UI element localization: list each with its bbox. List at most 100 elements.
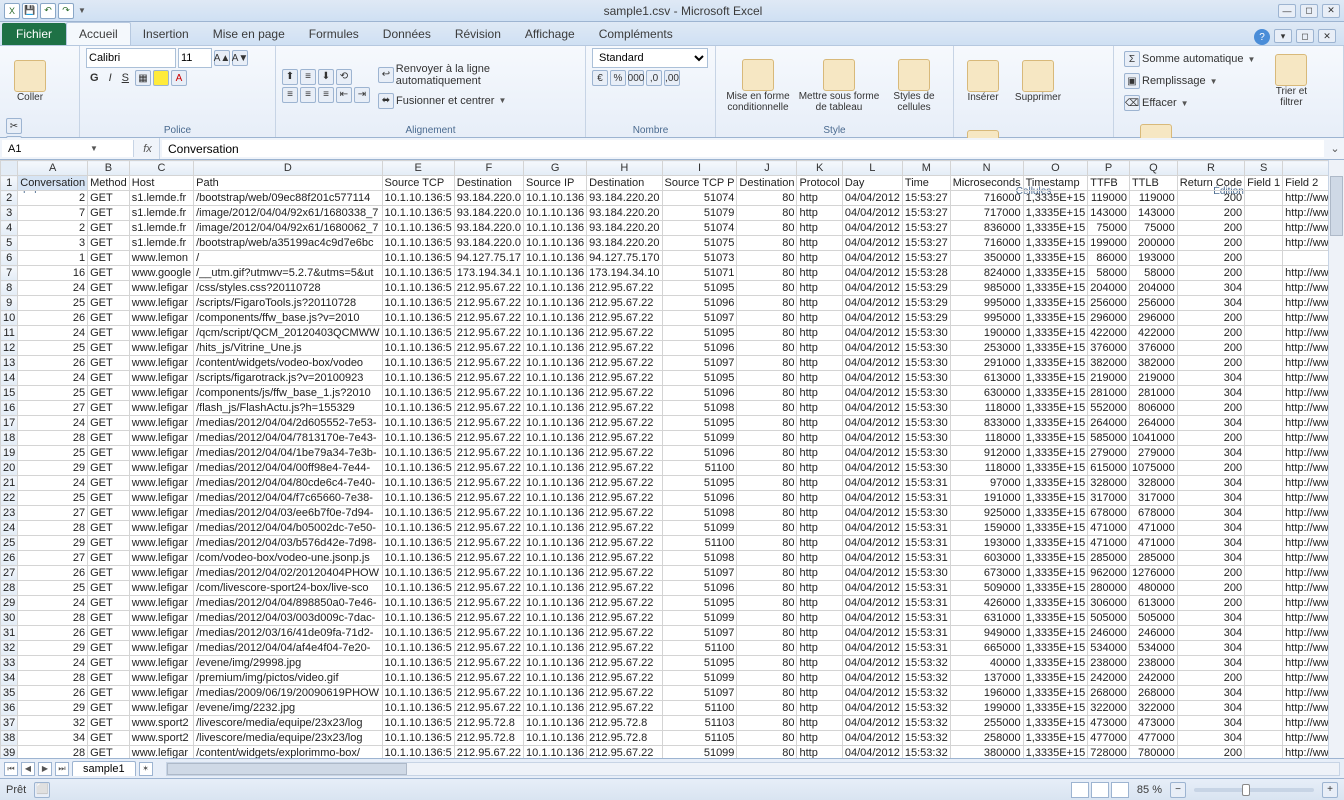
format-table-button[interactable]: Mettre sous forme de tableau [798,53,880,119]
cell[interactable]: 80 [737,731,797,746]
cell[interactable]: 212.95.67.22 [587,551,662,566]
cell[interactable]: 1,3335E+15 [1023,461,1088,476]
cell[interactable]: 471000 [1088,521,1130,536]
cell[interactable]: 806000 [1129,401,1177,416]
cell[interactable]: www.lefigar [129,371,193,386]
cell[interactable]: 04/04/2012 [842,686,902,701]
cell[interactable]: www.lefigar [129,416,193,431]
cell[interactable]: /scripts/figarotrack.js?v=20100923 [194,371,382,386]
cell[interactable]: 51098 [662,401,737,416]
cell[interactable]: 24 [18,281,88,296]
row-header[interactable]: 5 [1,236,18,251]
col-header[interactable]: R [1177,161,1244,176]
cell[interactable]: http [797,716,842,731]
cell[interactable]: 10.1.10.136 [524,431,587,446]
cell[interactable]: 1,3335E+15 [1023,716,1088,731]
row-header[interactable]: 6 [1,251,18,266]
row-header[interactable]: 33 [1,656,18,671]
cell[interactable]: 119000 [1088,191,1130,206]
cell[interactable]: 04/04/2012 [842,506,902,521]
cell[interactable]: 1,3335E+15 [1023,416,1088,431]
row-header[interactable]: 13 [1,356,18,371]
cell[interactable]: 15:53:30 [902,431,950,446]
row-header[interactable]: 15 [1,386,18,401]
cell[interactable]: 80 [737,521,797,536]
cell[interactable] [1245,611,1283,626]
cell[interactable]: Microseconds [950,176,1023,191]
cell[interactable]: Path [194,176,382,191]
cell[interactable]: 15:53:28 [902,266,950,281]
cell[interactable]: 212.95.67.22 [454,476,523,491]
cell[interactable]: 80 [737,296,797,311]
cell[interactable]: 26 [18,686,88,701]
cell[interactable]: 75000 [1088,221,1130,236]
cell[interactable] [1245,701,1283,716]
cell[interactable]: 1,3335E+15 [1023,251,1088,266]
cell[interactable]: www.lefigar [129,326,193,341]
cell[interactable]: /scripts/FigaroTools.js?20110728 [194,296,382,311]
cell[interactable]: 34 [18,731,88,746]
cell[interactable]: 10.1.10.136 [524,656,587,671]
cell[interactable]: 212.95.67.22 [454,626,523,641]
cell[interactable]: GET [88,686,130,701]
cell[interactable]: /medias/2012/04/02/20120404PHOW [194,566,382,581]
cell[interactable]: 51105 [662,731,737,746]
cell[interactable]: 212.95.67.22 [454,341,523,356]
cell[interactable]: 51096 [662,341,737,356]
cell[interactable]: 212.95.67.22 [587,536,662,551]
cell[interactable]: 328000 [1088,476,1130,491]
cell[interactable]: GET [88,311,130,326]
cell[interactable]: GET [88,566,130,581]
cell[interactable]: 51097 [662,311,737,326]
cell[interactable]: 24 [18,371,88,386]
cell[interactable]: 212.95.72.8 [454,716,523,731]
cell[interactable]: 824000 [950,266,1023,281]
cell[interactable]: http [797,206,842,221]
cell[interactable]: 04/04/2012 [842,416,902,431]
cell[interactable]: 04/04/2012 [842,341,902,356]
cell[interactable]: 212.95.67.22 [587,611,662,626]
cell[interactable]: 04/04/2012 [842,536,902,551]
cell[interactable]: 1,3335E+15 [1023,311,1088,326]
cell[interactable]: /components/js/ffw_base_1.js?2010 [194,386,382,401]
cell[interactable]: 51095 [662,416,737,431]
cell[interactable]: www.sport2 [129,716,193,731]
cell[interactable]: 51097 [662,626,737,641]
cell[interactable]: 256000 [1129,296,1177,311]
cell[interactable]: 10.1.10.136 [524,221,587,236]
cell[interactable]: 10.1.10.136:5 [382,311,454,326]
cell[interactable]: http [797,521,842,536]
cell[interactable]: 04/04/2012 [842,206,902,221]
cell[interactable]: 296000 [1129,311,1177,326]
cell[interactable]: /medias/2012/04/04/2d605552-7e53- [194,416,382,431]
cell[interactable]: 1 [18,251,88,266]
cell[interactable]: 75000 [1129,221,1177,236]
cell[interactable]: Conversation [18,176,88,191]
cell[interactable]: 212.95.67.22 [587,596,662,611]
cell[interactable]: 212.95.72.8 [587,731,662,746]
cell[interactable]: 212.95.67.22 [454,416,523,431]
col-header[interactable]: O [1023,161,1088,176]
cell[interactable]: 51079 [662,206,737,221]
cell[interactable] [1245,626,1283,641]
cell[interactable]: 204000 [1088,281,1130,296]
cell[interactable]: 10.1.10.136:5 [382,551,454,566]
cell[interactable]: 317000 [1129,491,1177,506]
cell[interactable]: 200 [1177,461,1244,476]
cell[interactable] [1245,191,1283,206]
cell[interactable]: 80 [737,581,797,596]
cell[interactable]: 10.1.10.136 [524,596,587,611]
cell[interactable]: Source IP [524,176,587,191]
cell[interactable]: 15:53:27 [902,206,950,221]
cell[interactable]: 1,3335E+15 [1023,536,1088,551]
cell[interactable]: 15:53:31 [902,581,950,596]
decrease-font-icon[interactable]: A▼ [232,50,248,66]
window-close-icon[interactable]: ✕ [1318,29,1336,43]
cell[interactable]: /medias/2012/04/04/898850a0-7e46- [194,596,382,611]
cell[interactable]: 25 [18,341,88,356]
cell[interactable]: 04/04/2012 [842,626,902,641]
cell[interactable]: 10.1.10.136 [524,476,587,491]
cell[interactable]: www.lefigar [129,641,193,656]
align-center-icon[interactable]: ≡ [300,87,316,103]
cell[interactable] [1245,596,1283,611]
